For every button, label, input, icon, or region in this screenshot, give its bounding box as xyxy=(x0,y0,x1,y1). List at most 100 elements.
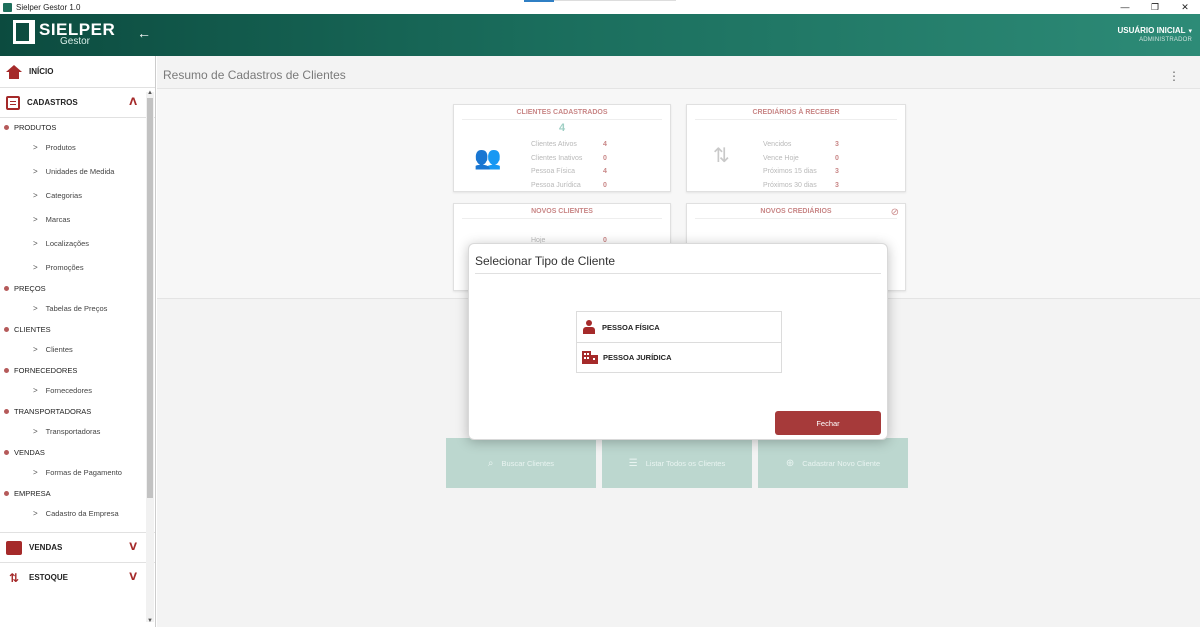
dot-icon xyxy=(4,409,9,414)
chevron-right-icon: > xyxy=(33,467,38,477)
menu-item-transportadoras[interactable]: > Transportadoras xyxy=(0,419,155,443)
dot-icon xyxy=(4,286,9,291)
close-window-button[interactable]: ✕ xyxy=(1170,0,1200,14)
menu-item-cadastro-empresa[interactable]: > Cadastro da Empresa xyxy=(0,501,155,525)
dot-icon xyxy=(4,327,9,332)
category-produtos: PRODUTOS xyxy=(0,120,155,135)
card-title: CLIENTES CADASTRADOS xyxy=(462,109,662,120)
titlebar-accent xyxy=(524,0,554,2)
card-title: NOVOS CLIENTES xyxy=(462,208,662,219)
category-label: TRANSPORTADORAS xyxy=(14,407,92,416)
menu-item-label: Clientes xyxy=(45,344,73,354)
category-empresa: EMPRESA xyxy=(0,486,155,501)
stat-row: Vence Hoje 0 xyxy=(763,154,839,162)
cadastrar-cliente-button[interactable]: ⊕ Cadastrar Novo Cliente xyxy=(758,438,908,488)
chevron-right-icon: > xyxy=(33,142,38,152)
people-icon: 👥 xyxy=(474,145,502,170)
category-precos: PREÇOS xyxy=(0,281,155,296)
menu-item-label: Localizações xyxy=(45,238,90,248)
category-transportadoras: TRANSPORTADORAS xyxy=(0,404,155,419)
chevron-down-icon: ᐯ xyxy=(129,572,137,583)
fechar-button[interactable]: Fechar xyxy=(775,411,881,435)
scroll-up-icon[interactable]: ▲ xyxy=(146,90,154,96)
client-type-options: PESSOA FÍSICA PESSOA JURÍDICA xyxy=(576,311,782,373)
option-pessoa-juridica[interactable]: PESSOA JURÍDICA xyxy=(577,342,781,372)
menu-item-label: Marcas xyxy=(45,214,71,224)
home-icon xyxy=(6,64,22,79)
minimize-button[interactable]: — xyxy=(1110,0,1140,14)
nav-cadastros-label: CADASTROS xyxy=(27,98,78,107)
nav-estoque[interactable]: ⇅ ESTOQUE ᐯ xyxy=(0,562,155,592)
menu-item-label: Produtos xyxy=(45,142,76,152)
chevron-right-icon: > xyxy=(33,214,38,224)
more-options-icon[interactable]: ⋮ xyxy=(1168,69,1180,83)
select-client-type-dialog: Selecionar Tipo de Cliente PESSOA FÍSICA… xyxy=(468,243,888,440)
buscar-clientes-button[interactable]: ⌕ Buscar Clientes xyxy=(446,438,596,488)
chevron-right-icon: > xyxy=(33,303,38,313)
stat-row: Pessoa Jurídica 0 xyxy=(531,181,607,189)
nav-inicio[interactable]: INÍCIO xyxy=(0,56,155,88)
menu-item-unidades[interactable]: > Unidades de Medida xyxy=(0,159,155,183)
caret-down-icon: ▾ xyxy=(1188,28,1192,35)
menu-item-tabelas-precos[interactable]: > Tabelas de Preços xyxy=(0,296,155,320)
menu-item-label: Transportadoras xyxy=(45,426,101,436)
page-title: Resumo de Cadastros de Clientes xyxy=(163,68,346,82)
card-title: NOVOS CREDIÁRIOS xyxy=(695,208,897,219)
menu-item-marcas[interactable]: > Marcas xyxy=(0,207,155,231)
menu-item-clientes[interactable]: > Clientes xyxy=(0,337,155,361)
menu-item-formas-pagamento[interactable]: > Formas de Pagamento xyxy=(0,460,155,484)
option-label: PESSOA JURÍDICA xyxy=(603,353,672,362)
menu-item-produtos[interactable]: > Produtos xyxy=(0,135,155,159)
menu-item-localizacoes[interactable]: > Localizações xyxy=(0,231,155,255)
dot-icon xyxy=(4,368,9,373)
menu-item-label: Promoções xyxy=(45,262,84,272)
dot-icon xyxy=(4,125,9,130)
window-titlebar: Sielper Gestor 1.0 — ❐ ✕ xyxy=(0,0,1200,14)
nav-inicio-label: INÍCIO xyxy=(29,67,54,76)
stat-row: Clientes Ativos 4 xyxy=(531,141,607,149)
scroll-down-icon[interactable]: ▼ xyxy=(146,618,154,624)
chevron-up-icon: ᐱ xyxy=(129,97,137,108)
card-crediarios-receber: CREDIÁRIOS À RECEBER ⇅ Vencidos 3 Vence H… xyxy=(686,104,906,192)
nav-vendas[interactable]: VENDAS ᐯ xyxy=(0,532,155,562)
restore-button[interactable]: ❐ xyxy=(1140,0,1170,14)
category-label: FORNECEDORES xyxy=(14,366,78,375)
menu-item-categorias[interactable]: > Categorias xyxy=(0,183,155,207)
chevron-right-icon: > xyxy=(33,426,38,436)
stat-row: Pessoa Física 4 xyxy=(531,168,607,176)
option-label: PESSOA FÍSICA xyxy=(602,322,660,332)
chevron-right-icon: > xyxy=(33,166,38,176)
logo-mark-icon xyxy=(13,20,35,44)
dialog-title: Selecionar Tipo de Cliente xyxy=(475,254,616,268)
menu-item-fornecedores[interactable]: > Fornecedores xyxy=(0,378,155,402)
eye-off-icon[interactable]: ⊘ xyxy=(891,207,899,218)
card-total: 4 xyxy=(558,122,566,134)
card-clientes-cadastrados: CLIENTES CADASTRADOS 4 👥 Clientes Ativos… xyxy=(453,104,671,192)
app-icon xyxy=(3,2,12,12)
app-header: SIELPER Gestor ← USUÁRIO INICIAL ▾ ADMINI… xyxy=(0,14,1200,56)
titlebar-strip xyxy=(554,0,676,1)
dot-icon xyxy=(4,450,9,455)
back-arrow-icon[interactable]: ← xyxy=(137,25,151,41)
option-pessoa-fisica[interactable]: PESSOA FÍSICA xyxy=(577,312,781,342)
chevron-right-icon: > xyxy=(33,262,38,272)
scrollbar-thumb[interactable] xyxy=(147,98,153,498)
chevron-right-icon: > xyxy=(33,508,38,518)
category-label: CLIENTES xyxy=(14,325,51,334)
sidebar-scrollbar[interactable]: ▲ ▼ xyxy=(146,90,154,624)
user-menu[interactable]: USUÁRIO INICIAL ▾ ADMINISTRADOR xyxy=(1117,26,1192,43)
button-label: Cadastrar Novo Cliente xyxy=(802,458,881,468)
form-icon xyxy=(6,95,20,110)
menu-item-promocoes[interactable]: > Promoções xyxy=(0,255,155,279)
up-down-arrows-icon: ⇅ xyxy=(8,570,20,585)
nav-vendas-label: VENDAS xyxy=(29,543,63,552)
sidebar: INÍCIO CADASTROS ᐱ PRODUTOS > Produtos > U… xyxy=(0,56,156,627)
listar-clientes-button[interactable]: ☰ Listar Todos os Clientes xyxy=(602,438,752,488)
category-vendas: VENDAS xyxy=(0,445,155,460)
chevron-right-icon: > xyxy=(33,385,38,395)
up-down-arrows-icon: ⇅ xyxy=(713,145,730,167)
stat-row: Próximos 30 dias 3 xyxy=(763,181,839,189)
nav-cadastros[interactable]: CADASTROS ᐱ xyxy=(0,88,155,118)
menu-item-label: Unidades de Medida xyxy=(45,166,115,176)
dot-icon xyxy=(4,491,9,496)
